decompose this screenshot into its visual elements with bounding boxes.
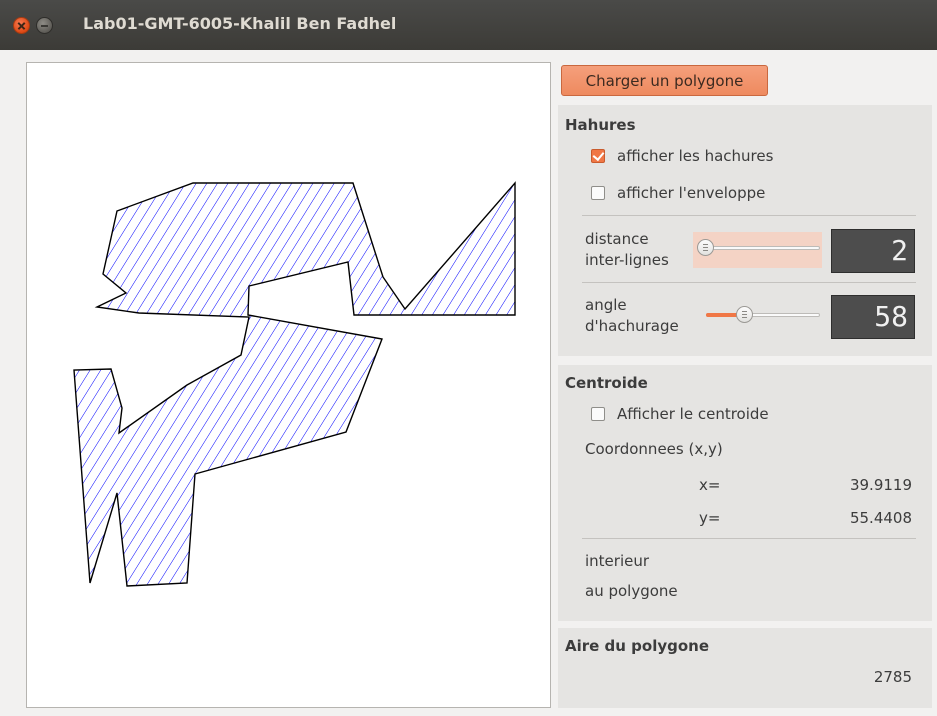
x-value: 39.9119 xyxy=(849,476,912,494)
hatch-group-title: Hahures xyxy=(565,116,636,134)
angle-label-line2: d'hachurage xyxy=(585,317,679,335)
angle-label: angle d'hachurage xyxy=(585,295,679,337)
title-bar: Lab01-GMT-6005-Khalil Ben Fadhel xyxy=(0,0,937,50)
y-label: y= xyxy=(699,509,721,527)
window-title: Lab01-GMT-6005-Khalil Ben Fadhel xyxy=(83,14,397,33)
interior-status-line2: au polygone xyxy=(585,582,678,600)
distance-slider-handle[interactable] xyxy=(697,239,714,256)
distance-label-line1: distance xyxy=(585,230,649,248)
load-polygon-button[interactable]: Charger un polygone xyxy=(561,65,768,96)
polygon-canvas[interactable] xyxy=(26,62,551,708)
polygon-drawing xyxy=(73,181,516,587)
show-centroid-row[interactable]: Afficher le centroide xyxy=(591,405,769,423)
area-group-title: Aire du polygone xyxy=(565,637,710,655)
separator xyxy=(582,215,916,216)
close-window-icon[interactable] xyxy=(13,17,30,34)
angle-slider-handle[interactable] xyxy=(736,306,753,323)
area-group: Aire du polygone 2785 xyxy=(558,628,932,708)
show-centroid-label[interactable]: Afficher le centroide xyxy=(617,405,769,423)
separator xyxy=(582,282,916,283)
hatch-group: Hahures afficher les hachures afficher l… xyxy=(558,105,932,356)
y-value: 55.4408 xyxy=(849,509,912,527)
x-label: x= xyxy=(699,476,721,494)
distance-label: distance inter-lignes xyxy=(585,229,669,271)
minimize-window-icon[interactable] xyxy=(36,17,53,34)
distance-slider-track[interactable] xyxy=(698,246,820,250)
separator xyxy=(582,538,916,539)
distance-label-line2: inter-lignes xyxy=(585,251,669,269)
show-hatch-row[interactable]: afficher les hachures xyxy=(591,147,773,165)
centroid-group: Centroide Afficher le centroide Coordonn… xyxy=(558,365,932,621)
angle-label-line1: angle xyxy=(585,296,627,314)
centroid-group-title: Centroide xyxy=(565,374,648,392)
show-envelope-row[interactable]: afficher l'enveloppe xyxy=(591,184,765,202)
show-centroid-checkbox[interactable] xyxy=(591,407,605,421)
show-hatch-label[interactable]: afficher les hachures xyxy=(617,147,773,165)
interior-status-line1: interieur xyxy=(585,552,650,570)
show-hatch-checkbox[interactable] xyxy=(591,149,605,163)
distance-lcd-display: 2 xyxy=(831,229,915,273)
angle-lcd-display: 58 xyxy=(831,295,915,339)
show-envelope-label[interactable]: afficher l'enveloppe xyxy=(617,184,765,202)
show-envelope-checkbox[interactable] xyxy=(591,186,605,200)
polygon-hatching xyxy=(74,183,515,586)
area-value: 2785 xyxy=(873,668,912,686)
coords-label: Coordonnees (x,y) xyxy=(585,440,723,458)
